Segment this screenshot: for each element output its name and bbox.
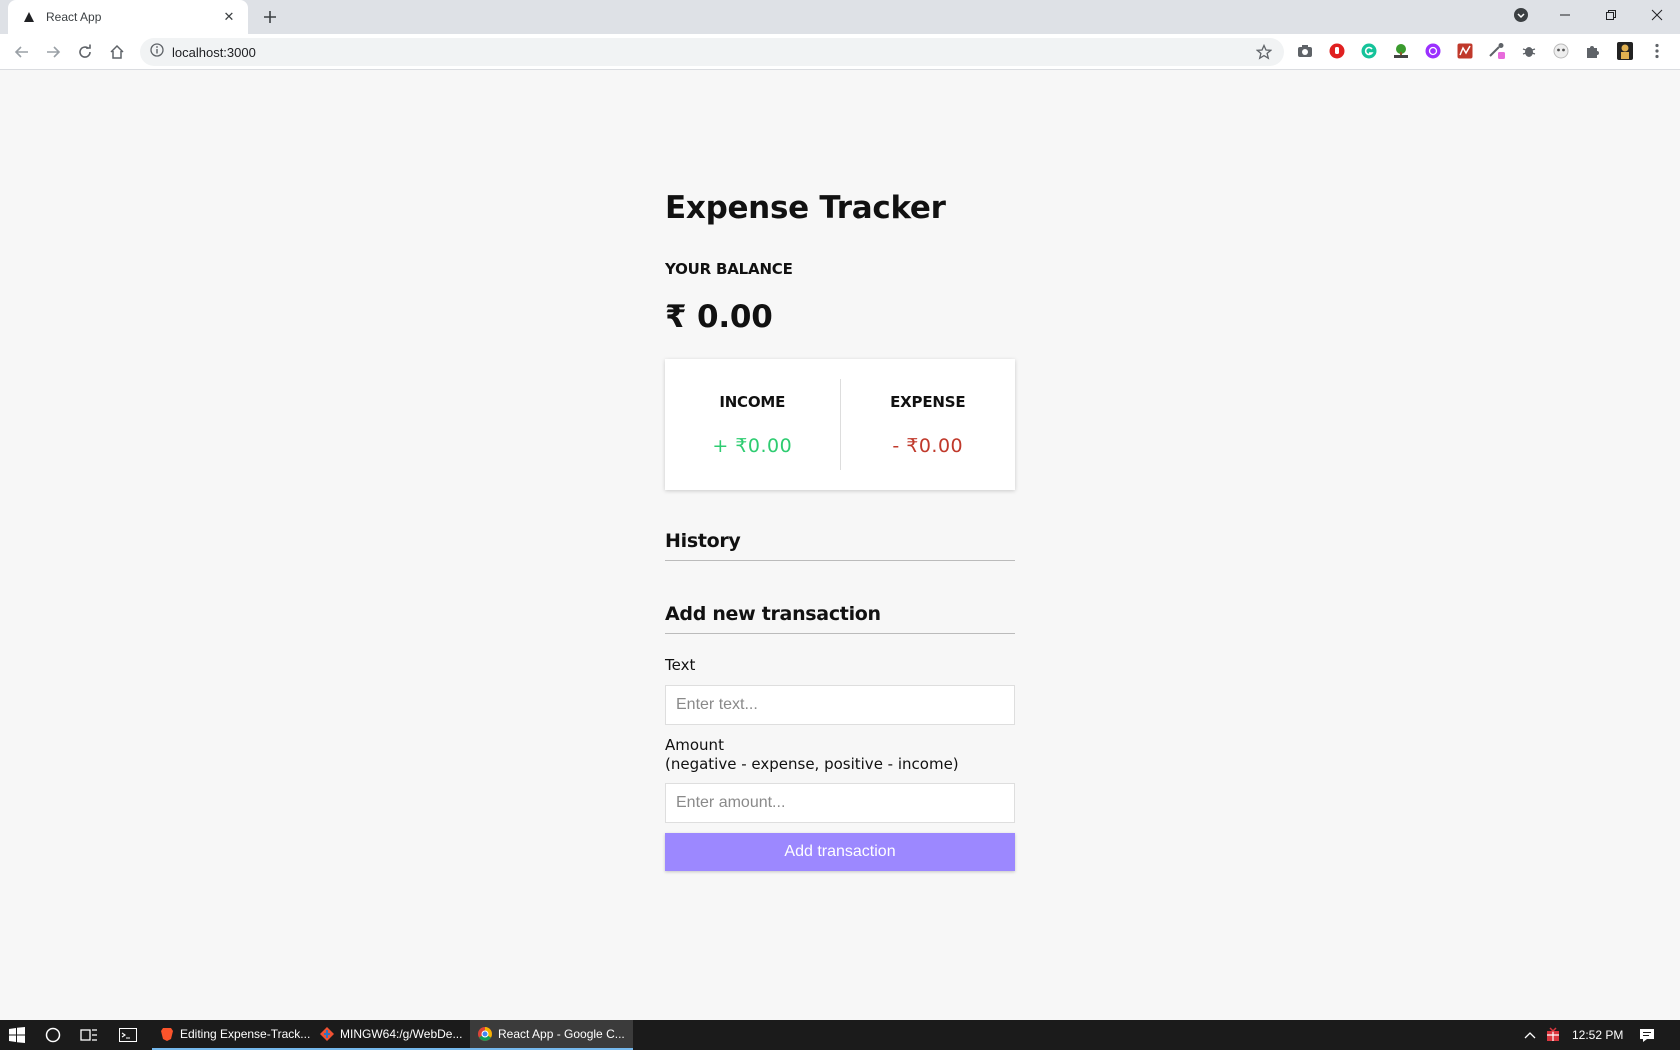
extensions-puzzle-icon[interactable] <box>1584 42 1602 60</box>
income-panel: INCOME + ₹0.00 <box>665 393 840 457</box>
text-input[interactable]: Enter text... <box>665 685 1015 725</box>
taskbar-app-label: React App - Google C... <box>498 1027 625 1041</box>
bookmark-star-icon[interactable] <box>1255 43 1273 60</box>
show-hidden-icons-chevron-icon[interactable] <box>1519 1025 1541 1045</box>
amount-label-text: Amount <box>665 736 724 754</box>
new-tab-button[interactable] <box>258 6 282 28</box>
close-tab-icon[interactable]: ✕ <box>220 8 238 26</box>
browser-tab[interactable]: React App ✕ <box>8 0 248 34</box>
add-transaction-button[interactable]: Add transaction <box>665 833 1015 871</box>
expense-label: EXPENSE <box>890 392 966 411</box>
taskbar-clock[interactable]: 12:52 PM <box>1572 1020 1623 1050</box>
balance-label: YOUR BALANCE <box>665 260 793 278</box>
bug-extension-icon[interactable] <box>1520 42 1538 60</box>
address-bar[interactable]: localhost:3000 <box>140 38 1284 66</box>
profile-avatar[interactable] <box>1616 42 1634 60</box>
brave-icon <box>160 1027 174 1041</box>
taskbar-app-git-bash[interactable]: MINGW64:/g/WebDe... <box>312 1020 471 1050</box>
react-favicon-icon <box>22 10 36 24</box>
grammarly-extension-icon[interactable] <box>1360 42 1378 60</box>
amount-input[interactable]: Enter amount... <box>665 783 1015 823</box>
chrome-icon <box>478 1027 492 1041</box>
panda-extension-icon[interactable] <box>1552 42 1570 60</box>
taskbar-app-chrome[interactable]: React App - Google C... <box>470 1020 633 1050</box>
tab-strip: React App ✕ <box>0 0 1680 34</box>
color-picker-extension-icon[interactable] <box>1488 42 1506 60</box>
cortana-search-icon[interactable] <box>42 1025 64 1045</box>
expense-panel: EXPENSE - ₹0.00 <box>841 393 1016 457</box>
windows-start-icon[interactable] <box>6 1025 28 1045</box>
close-window-icon[interactable] <box>1634 0 1680 30</box>
tab-search-button[interactable] <box>1498 0 1544 30</box>
text-label: Text <box>665 656 696 674</box>
history-heading: History <box>665 530 1015 561</box>
taskbar-app-label: Editing Expense-Track... <box>180 1027 311 1041</box>
income-label: INCOME <box>719 392 786 411</box>
expense-amount: - ₹0.00 <box>892 434 964 457</box>
red-extension-icon[interactable] <box>1456 42 1474 60</box>
taskbar-app-label: MINGW64:/g/WebDe... <box>340 1027 463 1041</box>
tray-app-icon[interactable] <box>1542 1025 1564 1045</box>
reload-icon[interactable] <box>73 40 97 64</box>
tree-extension-icon[interactable] <box>1392 42 1410 60</box>
forward-icon[interactable] <box>41 40 65 64</box>
amount-hint: (negative - expense, positive - income) <box>665 755 959 773</box>
minimize-icon[interactable] <box>1542 0 1588 30</box>
income-amount: + ₹0.00 <box>712 434 793 457</box>
url-text: localhost:3000 <box>172 44 256 60</box>
terminal-icon[interactable] <box>117 1025 139 1045</box>
purple-extension-icon[interactable] <box>1424 42 1442 60</box>
action-center-icon[interactable] <box>1636 1025 1658 1045</box>
taskbar: Editing Expense-Track... MINGW64:/g/WebD… <box>0 1020 1680 1050</box>
income-expense-card: INCOME + ₹0.00 EXPENSE - ₹0.00 <box>665 359 1015 490</box>
site-info-icon[interactable] <box>150 42 164 62</box>
adblock-extension-icon[interactable] <box>1328 42 1346 60</box>
browser-menu-icon[interactable] <box>1648 42 1666 60</box>
git-bash-icon <box>320 1027 334 1041</box>
screenshot-extension-icon[interactable] <box>1296 42 1314 60</box>
back-icon[interactable] <box>10 40 34 64</box>
add-transaction-heading: Add new transaction <box>665 603 1015 634</box>
restore-icon[interactable] <box>1588 0 1634 30</box>
taskbar-app-brave[interactable]: Editing Expense-Track... <box>152 1020 319 1050</box>
page-title: Expense Tracker <box>665 190 946 226</box>
task-view-icon[interactable] <box>78 1025 100 1045</box>
tab-title: React App <box>46 10 102 24</box>
balance-amount: ₹ 0.00 <box>665 299 773 335</box>
amount-label: Amount (negative - expense, positive - i… <box>665 736 959 774</box>
home-icon[interactable] <box>105 40 129 64</box>
